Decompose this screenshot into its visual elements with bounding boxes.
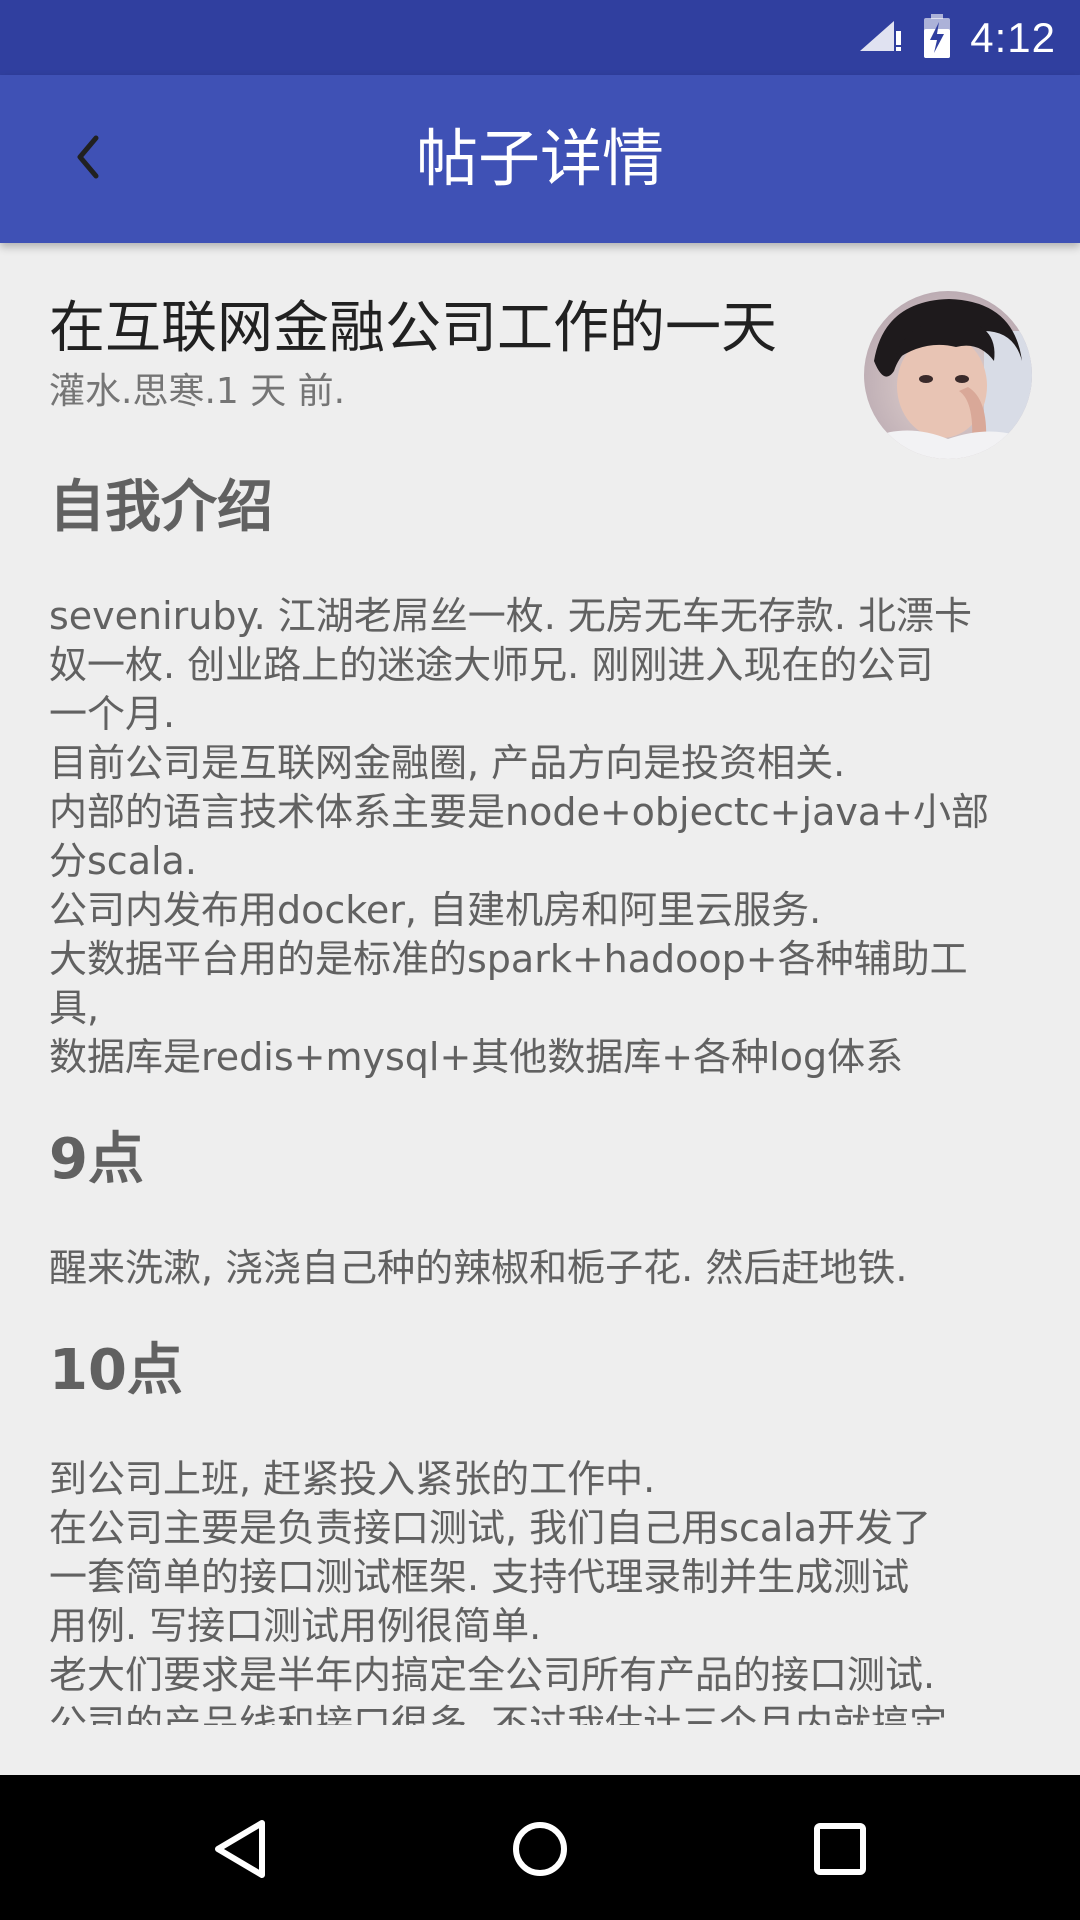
text-line: 内部的语言技术体系主要是node+objectc+java+小部 <box>49 790 989 834</box>
post-header: 在互联网金融公司工作的一天 灌水.思寒.1 天 前. <box>49 291 849 417</box>
text-line: 公司的产品线和接口很多. 不过我估计三个月内就搞定 <box>49 1702 948 1725</box>
text-line: 到公司上班, 赶紧投入紧张的工作中. <box>49 1457 656 1501</box>
text-line: 一套简单的接口测试框架. 支持代理录制并生成测试 <box>49 1555 910 1599</box>
text-line: 老大们要求是半年内搞定全公司所有产品的接口测试. <box>49 1653 936 1697</box>
text-line: 一个月. <box>49 692 176 736</box>
section-text-intro: seveniruby. 江湖老屌丝一枚. 无房无车无存款. 北漂卡 奴一枚. 创… <box>49 592 1039 1082</box>
text-line: 公司内发布用docker, 自建机房和阿里云服务. <box>49 888 822 932</box>
home-circle-icon <box>510 1819 570 1883</box>
recents-square-icon <box>812 1821 868 1881</box>
text-line: 奴一枚. 创业路上的迷途大师兄. 刚刚进入现在的公司 <box>49 643 934 687</box>
nav-recents-button[interactable] <box>800 1811 880 1891</box>
section-text-10am: 到公司上班, 赶紧投入紧张的工作中. 在公司主要是负责接口测试, 我们自己用sc… <box>49 1455 1039 1725</box>
post-content[interactable]: 在互联网金融公司工作的一天 灌水.思寒.1 天 前. 自我介绍 seveniru <box>0 243 1080 1725</box>
status-bar: 4:12 <box>0 0 1080 75</box>
section-heading-intro: 自我介绍 <box>49 475 273 540</box>
avatar[interactable] <box>864 291 1032 459</box>
navigation-bar <box>0 1775 1080 1920</box>
text-line: 数据库是redis+mysql+其他数据库+各种log体系 <box>49 1035 904 1079</box>
page-title: 帖子详情 <box>415 122 664 195</box>
app-bar: 帖子详情 <box>0 75 1080 243</box>
text-line: 具, <box>49 986 100 1030</box>
text-line: 目前公司是互联网金融圈, 产品方向是投资相关. <box>49 741 846 785</box>
section-heading-9am: 9点 <box>49 1127 144 1192</box>
text-line: seveniruby. 江湖老屌丝一枚. 无房无车无存款. 北漂卡 <box>49 594 973 638</box>
signal-icon <box>858 19 904 57</box>
text-line: 分scala. <box>49 839 197 883</box>
nav-home-button[interactable] <box>500 1811 580 1891</box>
battery-charging-icon <box>922 13 952 63</box>
text-line: 大数据平台用的是标准的spark+hadoop+各种辅助工 <box>49 937 968 981</box>
post-meta: 灌水.思寒.1 天 前. <box>49 371 346 412</box>
back-triangle-icon <box>210 1817 270 1885</box>
article-body: 自我介绍 seveniruby. 江湖老屌丝一枚. 无房无车无存款. 北漂卡 奴… <box>49 468 1039 1725</box>
section-text-9am: 醒来洗漱, 浇浇自己种的辣椒和栀子花. 然后赶地铁. <box>49 1244 1039 1293</box>
text-line: 用例. 写接口测试用例很简单. <box>49 1604 542 1648</box>
status-time: 4:12 <box>970 13 1056 61</box>
text-line: 醒来洗漱, 浇浇自己种的辣椒和栀子花. 然后赶地铁. <box>49 1246 908 1290</box>
post-title: 在互联网金融公司工作的一天 <box>49 296 777 361</box>
text-line: 在公司主要是负责接口测试, 我们自己用scala开发了 <box>49 1506 931 1550</box>
section-heading-10am: 10点 <box>49 1338 183 1403</box>
status-icons: 4:12 <box>858 0 1056 75</box>
nav-back-button[interactable] <box>200 1811 280 1891</box>
